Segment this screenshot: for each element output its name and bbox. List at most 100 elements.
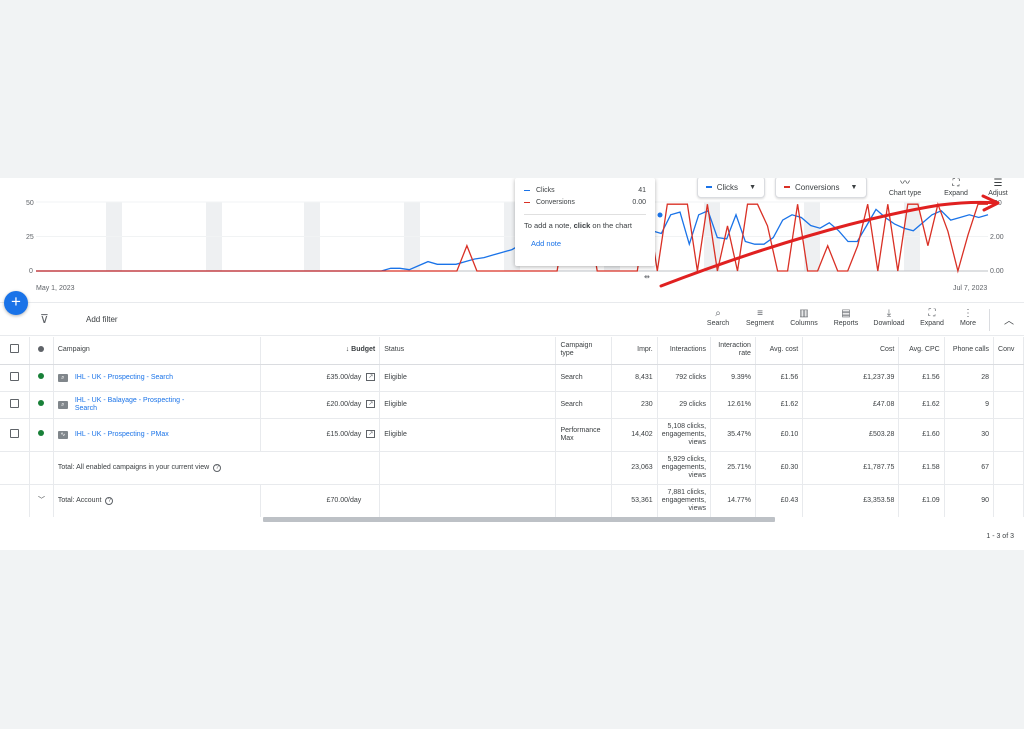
conv-cell	[993, 391, 1024, 419]
expand-cell[interactable]: ﹀	[29, 484, 54, 517]
header-campaign[interactable]: Campaign	[53, 337, 261, 365]
add-note-link[interactable]: Add note	[524, 239, 646, 248]
header-phone-calls[interactable]: Phone calls	[944, 337, 995, 365]
header-interactions[interactable]: Interactions	[657, 337, 712, 365]
performance-chart[interactable]: 50 25 0 .00 2.00 0.00 ⇹ May 1, 2023 Jul …	[0, 178, 1024, 302]
status-cell: Eligible	[379, 418, 557, 452]
phone-calls-cell: 67	[944, 451, 995, 485]
table-row[interactable]: ∿ IHL - UK - Prospecting - PMax £15.00/da…	[0, 418, 1024, 452]
search-button[interactable]: ⌕ Search	[700, 307, 736, 327]
select-all-checkbox[interactable]	[10, 344, 20, 354]
filter-icon[interactable]: ⊽	[40, 312, 49, 326]
chart-type-label: Chart type	[888, 190, 922, 197]
avg-cpc-cell: £1.62	[898, 391, 945, 419]
header-impr[interactable]: Impr.	[611, 337, 658, 365]
phone-calls-cell: 90	[944, 484, 995, 517]
conversions-swatch-icon	[784, 186, 790, 188]
note-prefix: To add a note,	[524, 221, 574, 230]
empty-cell	[0, 451, 31, 485]
chart-expand-button[interactable]: ⛶ Expand	[934, 178, 978, 197]
table-row[interactable]: ⌕ IHL - UK - Prospecting - Search £35.00/…	[0, 364, 1024, 392]
interactions-cell: 5,108 clicks, engagements, views	[657, 418, 712, 452]
budget-cell[interactable]: £35.00/day ↗	[260, 364, 381, 392]
help-icon[interactable]: ?	[105, 496, 114, 505]
conversions-legend-icon	[524, 201, 530, 203]
campaign-cell[interactable]: ⌕ IHL - UK - Prospecting - Search	[53, 364, 261, 392]
avg-cpc-cell: £1.09	[898, 484, 945, 517]
enabled-status-icon	[38, 400, 45, 406]
chart-canvas[interactable]: 50 25 0 .00 2.00 0.00 ⇹	[0, 178, 1024, 302]
row-checkbox[interactable]	[10, 428, 20, 438]
segment-button[interactable]: ≡ Segment	[742, 307, 778, 327]
chart-adjust-button[interactable]: ☰ Adjust	[976, 178, 1020, 197]
campaign-name-link[interactable]: IHL - UK - Prospecting - PMax	[75, 431, 169, 439]
table-header-row: Campaign ↓ Budget Status Campaign type I…	[0, 337, 1024, 365]
drag-handle-icon[interactable]: ⇹	[644, 274, 650, 281]
select-all-cell[interactable]	[0, 337, 31, 365]
header-cost[interactable]: Cost	[802, 337, 900, 365]
empty-cell	[379, 451, 557, 485]
expand-table-button[interactable]: ⛶ Expand	[914, 307, 950, 327]
campaign-cell[interactable]: ∿ IHL - UK - Prospecting - PMax	[53, 418, 261, 452]
interaction-rate-cell: 12.61%	[710, 391, 756, 419]
help-icon[interactable]: ?	[213, 463, 222, 472]
empty-cell	[29, 451, 54, 485]
header-avg-cost[interactable]: Avg. cost	[755, 337, 804, 365]
note-suffix: on the chart	[590, 221, 633, 230]
header-campaign-type[interactable]: Campaign type	[555, 337, 613, 365]
budget-cell[interactable]: £20.00/day ↗	[260, 391, 381, 419]
empty-cell	[555, 451, 613, 485]
chevron-up-icon[interactable]: ︿	[1004, 312, 1014, 327]
columns-label: Columns	[790, 320, 818, 327]
campaign-cell[interactable]: ⌕ IHL - UK - Balayage - Prospecting - Sea…	[53, 391, 261, 419]
columns-button[interactable]: ▥ Columns	[786, 307, 822, 327]
budget-value: £15.00/day	[326, 430, 362, 438]
conv-cell	[993, 484, 1024, 517]
more-label: More	[960, 320, 976, 327]
chart-adjust-label: Adjust	[988, 190, 1008, 197]
avg-cpc-cell: £1.56	[898, 364, 945, 392]
budget-trend-icon[interactable]: ↗	[366, 430, 376, 439]
interactions-cell: 29 clicks	[657, 391, 712, 419]
horizontal-scrollbar[interactable]	[263, 517, 775, 522]
chart-type-button[interactable]: 〰 Chart type	[883, 178, 927, 197]
add-filter-button[interactable]: Add filter	[86, 315, 118, 324]
table-row[interactable]: ⌕ IHL - UK - Balayage - Prospecting - Sea…	[0, 391, 1024, 419]
interactions-cell: 5,929 clicks, engagements, views	[657, 451, 712, 485]
campaign-name-link[interactable]: IHL - UK - Balayage - Prospecting - Sear…	[75, 397, 195, 413]
row-status-cell	[29, 391, 54, 419]
impr-cell: 230	[611, 391, 658, 419]
metric-selector-clicks[interactable]: Clicks ▼	[697, 178, 765, 198]
row-select-cell[interactable]	[0, 391, 31, 419]
interaction-rate-cell: 25.71%	[710, 451, 756, 485]
reports-icon: ▤	[841, 308, 851, 319]
more-button[interactable]: ⋮ More	[950, 307, 986, 327]
budget-trend-icon[interactable]: ↗	[366, 400, 376, 409]
download-button[interactable]: ⤓ Download	[871, 307, 907, 327]
header-status[interactable]: Status	[379, 337, 557, 365]
reports-button[interactable]: ▤ Reports	[828, 307, 864, 327]
avg-cost-cell: £0.30	[755, 451, 804, 485]
conv-cell	[993, 451, 1024, 485]
clicks-swatch-icon	[706, 186, 712, 188]
row-checkbox[interactable]	[10, 398, 20, 408]
create-plus-button[interactable]: +	[4, 291, 28, 315]
header-conv[interactable]: Conv	[993, 337, 1024, 365]
header-avg-cpc[interactable]: Avg. CPC	[898, 337, 945, 365]
campaigns-panel: 50 25 0 .00 2.00 0.00 ⇹ May 1, 2023 Jul …	[0, 178, 1024, 550]
metric-selector-conversions[interactable]: Conversions ▼	[775, 178, 867, 198]
budget-cell: £70.00/day	[260, 484, 381, 517]
row-select-cell[interactable]	[0, 418, 31, 452]
budget-trend-icon[interactable]: ↗	[366, 373, 376, 382]
row-select-cell[interactable]	[0, 364, 31, 392]
budget-cell[interactable]: £15.00/day ↗	[260, 418, 381, 452]
campaigns-table-container[interactable]: Campaign ↓ Budget Status Campaign type I…	[0, 337, 1024, 517]
campaign-name-link[interactable]: IHL - UK - Prospecting - Search	[75, 374, 173, 382]
chart-start-date: May 1, 2023	[36, 285, 75, 292]
total-enabled-label-cell: Total: All enabled campaigns in your cur…	[53, 451, 381, 485]
chevron-down-icon[interactable]: ﹀	[38, 497, 45, 504]
header-interaction-rate[interactable]: Interaction rate	[710, 337, 756, 365]
header-budget[interactable]: ↓ Budget	[260, 337, 381, 365]
sliders-icon: ☰	[993, 178, 1003, 189]
row-checkbox[interactable]	[10, 371, 20, 381]
